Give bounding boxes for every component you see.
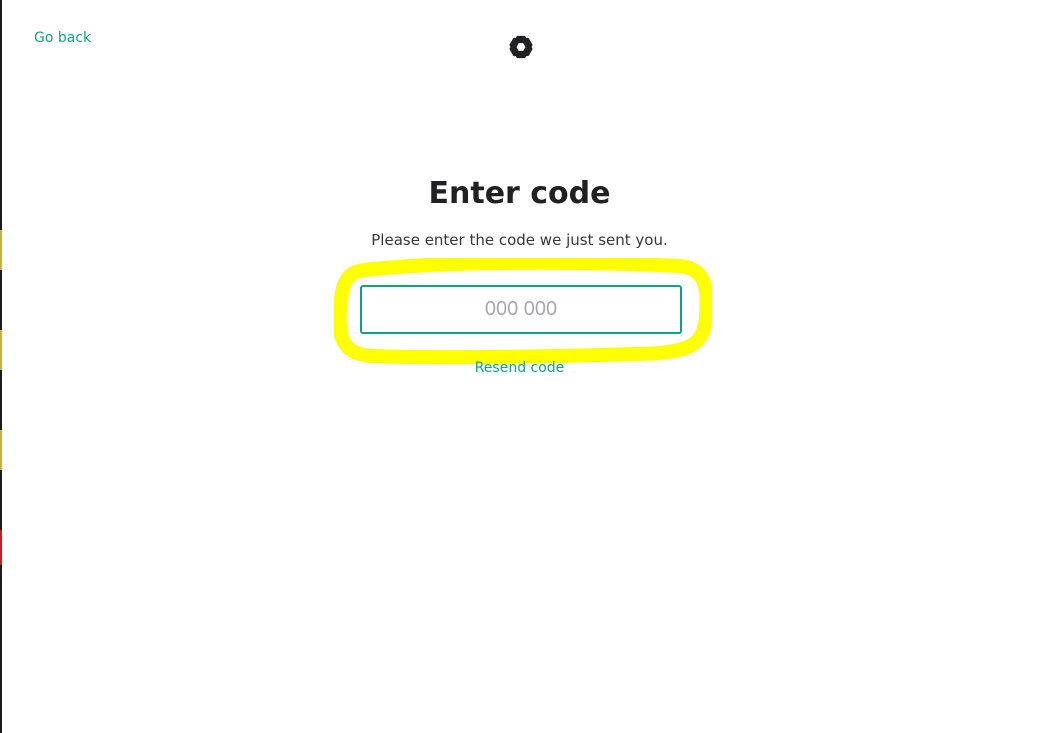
verification-code-input[interactable] <box>360 285 682 334</box>
openai-logo-icon <box>503 29 539 65</box>
page-subtitle: Please enter the code we just sent you. <box>371 231 668 249</box>
page-title: Enter code <box>428 176 611 211</box>
resend-row: Resend code <box>0 360 1039 376</box>
go-back-link[interactable]: Go back <box>34 30 91 46</box>
resend-code-link[interactable]: Resend code <box>475 360 565 376</box>
